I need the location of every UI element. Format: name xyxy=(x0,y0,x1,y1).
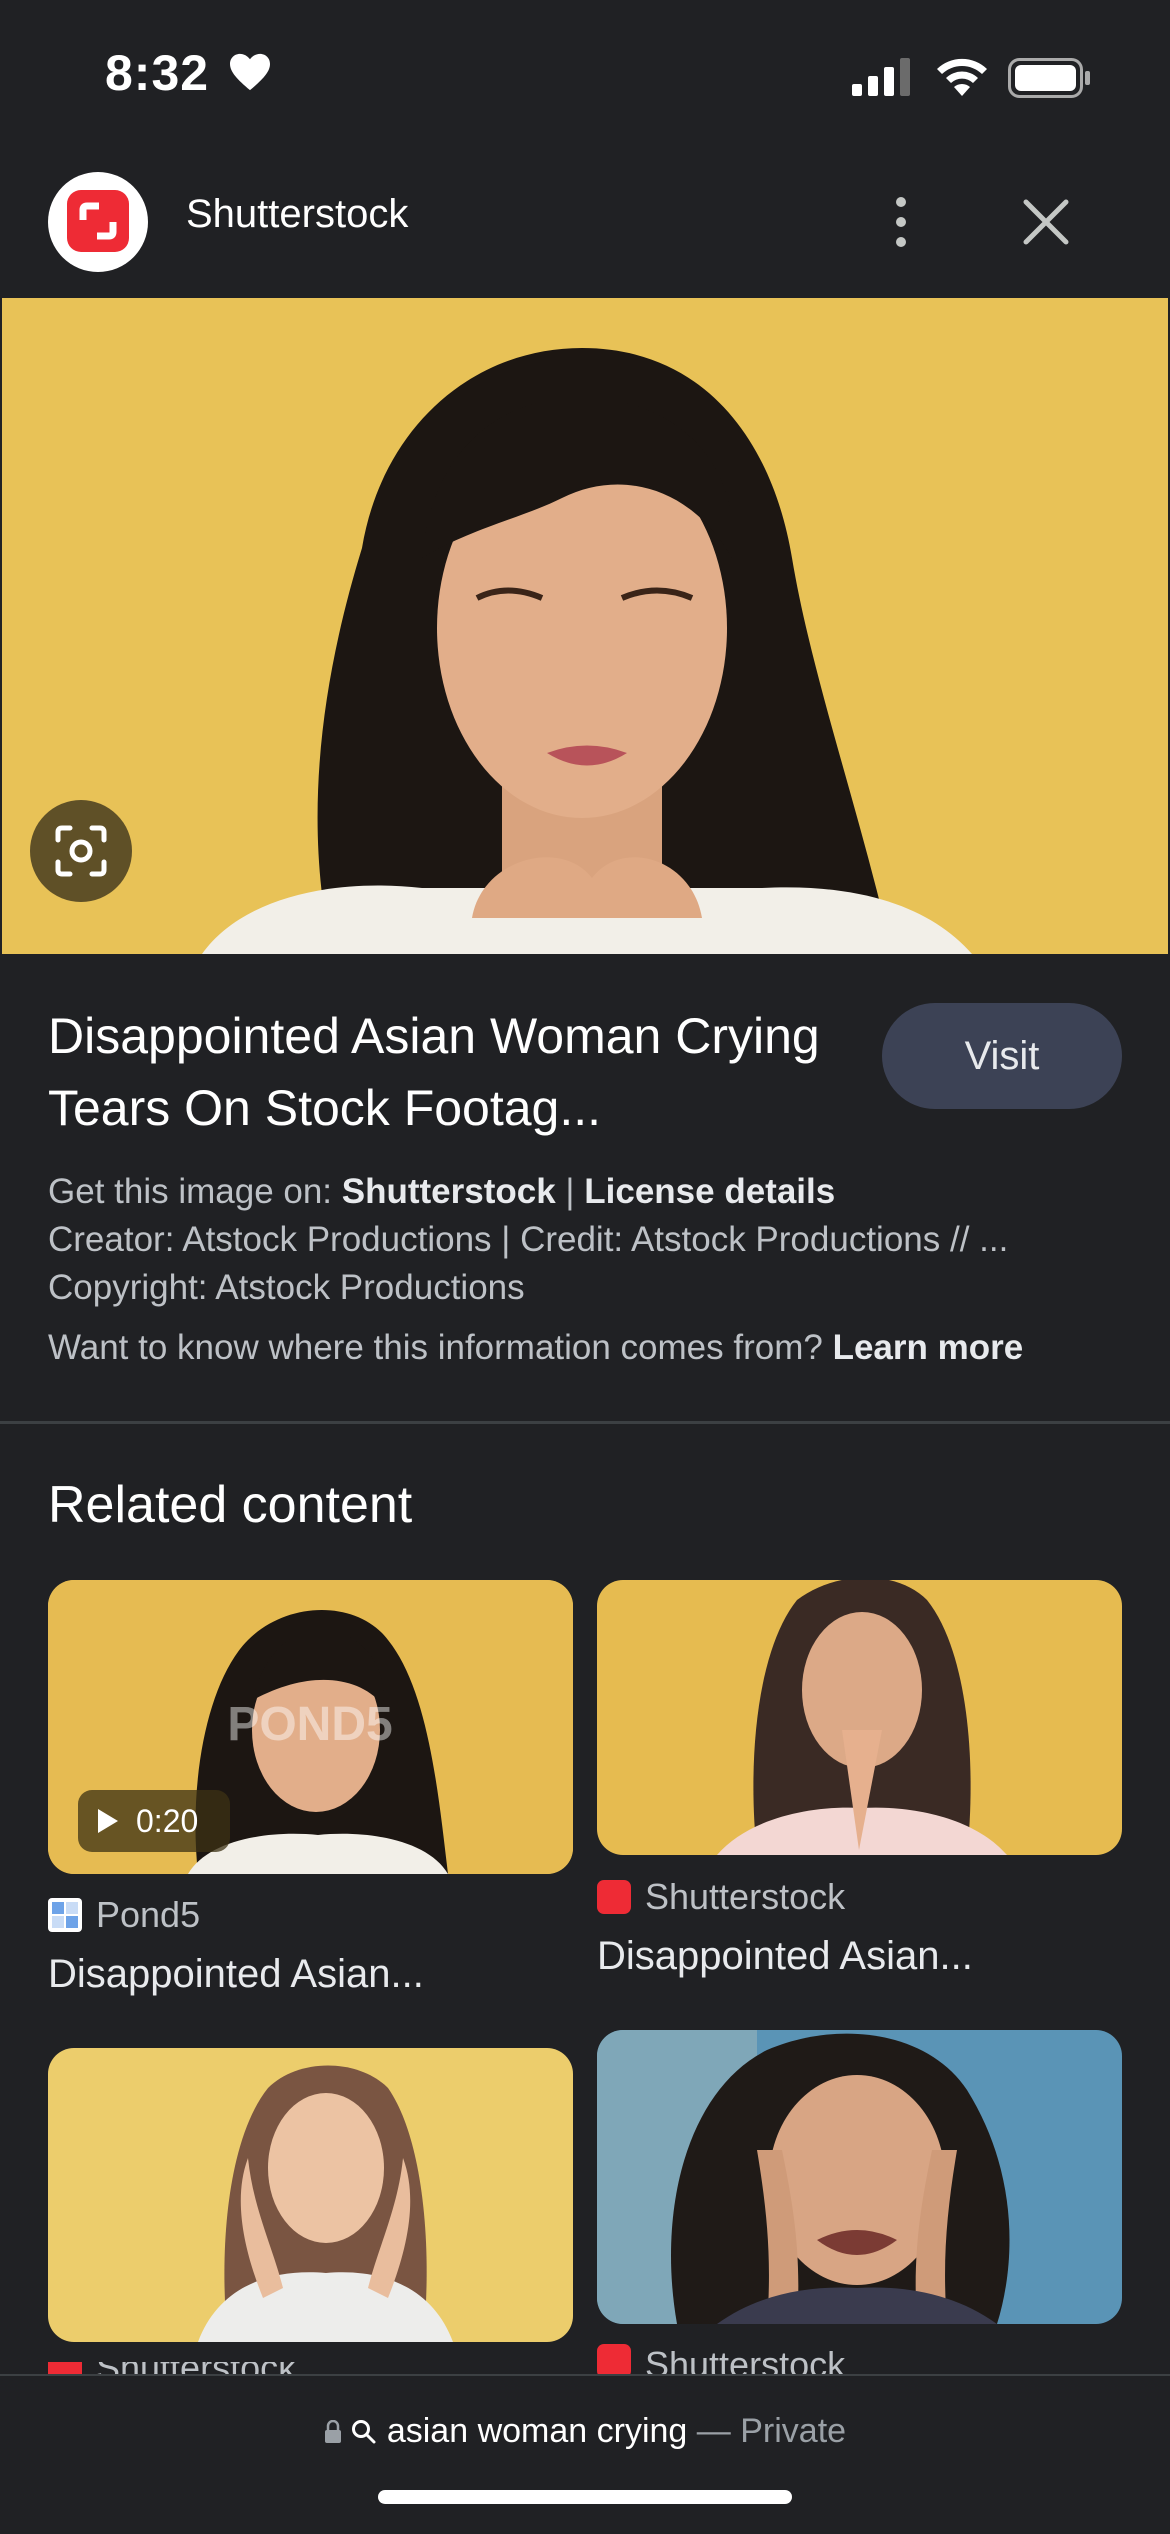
cellular-signal-icon xyxy=(852,58,910,96)
card-title[interactable]: Disappointed Asian... xyxy=(597,1934,973,1979)
card-source-name: Shutterstock xyxy=(645,1876,846,1917)
card-title[interactable]: Disappointed Asian... xyxy=(48,1952,424,1997)
card-source: Pond5 xyxy=(48,1894,200,1936)
lock-icon xyxy=(324,2419,341,2443)
card-source-name: Shutterstock xyxy=(645,2344,846,2374)
video-duration-badge: 0:20 xyxy=(78,1790,230,1852)
image-title: Disappointed Asian Woman Crying Tears On… xyxy=(48,1008,820,1136)
bottom-address-bar xyxy=(0,2374,1170,2534)
main-image[interactable] xyxy=(2,298,1168,954)
card-source-name: Pond5 xyxy=(96,1894,201,1935)
card-source: Shutterstock xyxy=(48,2362,296,2374)
play-icon xyxy=(98,1809,118,1833)
card-source-name: Shutterstock xyxy=(96,2362,296,2374)
pond5-icon xyxy=(48,1898,82,1932)
site-name[interactable]: Shutterstock xyxy=(186,192,408,237)
private-label: — Private xyxy=(696,2412,847,2450)
card-source: Shutterstock xyxy=(597,1876,845,1918)
related-thumbnail[interactable] xyxy=(48,2048,573,2342)
home-indicator[interactable] xyxy=(378,2490,792,2504)
related-thumbnail[interactable] xyxy=(597,2030,1122,2324)
related-content-heading: Related content xyxy=(48,1476,413,1534)
search-query: asian woman crying xyxy=(386,2412,688,2450)
info-source-line: Want to know where this information come… xyxy=(48,1328,1023,1368)
pond5-watermark: POND5 xyxy=(227,1698,392,1751)
wifi-icon xyxy=(937,58,987,96)
address-bar[interactable]: asian woman crying — Private xyxy=(0,2412,1170,2451)
visit-button[interactable]: Visit xyxy=(882,1003,1122,1109)
separator: | xyxy=(555,1172,585,1211)
license-details-link[interactable]: License details xyxy=(584,1172,835,1211)
get-image-prefix: Get this image on: xyxy=(48,1172,342,1211)
close-icon[interactable] xyxy=(1018,194,1074,250)
status-time: 8:32 xyxy=(105,45,210,101)
search-icon xyxy=(352,2420,376,2444)
google-lens-button[interactable] xyxy=(30,800,132,902)
shutterstock-logo-icon xyxy=(67,190,129,252)
heart-icon xyxy=(230,53,270,91)
shutterstock-icon xyxy=(597,2344,631,2374)
shutterstock-icon xyxy=(597,1880,631,1914)
info-question: Want to know where this information come… xyxy=(48,1328,833,1367)
shutterstock-icon xyxy=(48,2362,82,2374)
viewer-header xyxy=(0,150,1170,298)
related-thumbnail[interactable] xyxy=(597,1580,1122,1855)
card-source: Shutterstock xyxy=(597,2344,845,2374)
video-duration: 0:20 xyxy=(136,1802,199,1839)
more-options-icon[interactable] xyxy=(886,194,916,250)
get-image-line: Get this image on: Shutterstock | Licens… xyxy=(48,1172,835,1212)
learn-more-link[interactable]: Learn more xyxy=(833,1328,1024,1367)
divider xyxy=(0,1421,1170,1424)
get-image-site-link[interactable]: Shutterstock xyxy=(342,1172,556,1211)
battery-icon xyxy=(1008,58,1090,98)
copyright-line: Copyright: Atstock Productions xyxy=(48,1268,525,1307)
creator-line: Creator: Atstock Productions | Credit: A… xyxy=(48,1220,1009,1259)
